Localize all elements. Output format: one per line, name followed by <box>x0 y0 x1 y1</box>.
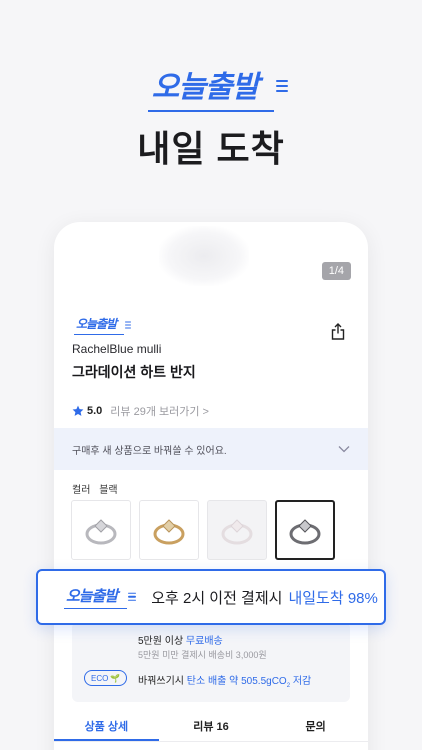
leaf-icon: 🌱 <box>110 673 121 683</box>
color-label: 컬러 <box>72 485 91 496</box>
ring-icon <box>221 519 253 545</box>
speed-lines-icon <box>125 321 132 328</box>
tab-inquiry[interactable]: 문의 <box>263 708 368 741</box>
swatch-gold[interactable] <box>139 500 199 560</box>
today-ship-badge: 오늘출발 <box>74 315 132 335</box>
today-ship-logo-text: 오늘출발 <box>147 62 289 112</box>
share-button[interactable] <box>328 320 348 342</box>
chevron-down-icon <box>338 446 350 453</box>
delivery-callout: 오늘출발 오후 2시 이전 결제시 내일도착 98% <box>36 569 386 625</box>
color-swatches <box>71 500 335 560</box>
callout-highlight: 내일도착 98% <box>288 589 378 607</box>
product-name: 그라데이션 하트 반지 <box>72 364 196 380</box>
share-icon <box>331 322 345 340</box>
star-icon <box>72 405 84 416</box>
swatch-black[interactable] <box>275 500 335 560</box>
review-link[interactable]: 리뷰 29개 보러가기 > <box>110 403 209 419</box>
brand-name[interactable]: RachelBlue mulli <box>72 342 161 356</box>
swatch-silver[interactable] <box>71 500 131 560</box>
ring-icon <box>85 519 117 545</box>
exchange-notice[interactable]: 구매후 새 상품으로 바꿔쓸 수 있어요. <box>54 428 368 470</box>
product-screen: 1/4 오늘출발 RachelBlue mulli 그라데이션 하트 반지 5.… <box>54 222 368 750</box>
exchange-notice-text: 구매후 새 상품으로 바꿔쓸 수 있어요. <box>72 445 227 457</box>
eco-badge: ECO 🌱 <box>84 670 128 686</box>
rating-score: 5.0 <box>87 405 103 417</box>
image-page-counter: 1/4 <box>321 262 351 280</box>
product-image <box>159 226 249 286</box>
product-tabs: 상품 상세 리뷰 16 문의 <box>54 708 368 742</box>
speed-lines-icon <box>128 592 137 601</box>
color-value: 블랙 <box>99 485 118 496</box>
shipping-info: 5만원 이상 무료배송 5만원 미만 결제시 배송비 3,000원 ECO 🌱 … <box>72 622 350 702</box>
swatch-light[interactable] <box>207 500 267 560</box>
color-option-label: 컬러 블랙 <box>72 481 124 496</box>
tab-reviews[interactable]: 리뷰 16 <box>159 708 264 741</box>
speed-lines-icon <box>276 80 289 92</box>
free-shipping-text: 5만원 이상 무료배송 <box>138 636 223 647</box>
callout-text: 오후 2시 이전 결제시 <box>151 589 283 607</box>
today-ship-badge: 오늘출발 <box>64 585 137 609</box>
ring-icon <box>153 519 185 545</box>
tab-product-detail[interactable]: 상품 상세 <box>54 708 159 741</box>
ring-icon <box>289 519 321 545</box>
shipping-fee-note: 5만원 미만 결제시 배송비 3,000원 <box>138 650 267 660</box>
eco-saving-text: 바꿔쓰기시 탄소 배출 약 505.5gCO2 저감 <box>138 676 312 689</box>
today-ship-logo: 오늘출발 <box>0 62 422 112</box>
promo-title: 내일 도착 <box>137 128 285 169</box>
product-image-carousel[interactable]: 1/4 <box>54 222 368 298</box>
rating-row: 5.0 리뷰 29개 보러가기 > <box>72 403 209 419</box>
